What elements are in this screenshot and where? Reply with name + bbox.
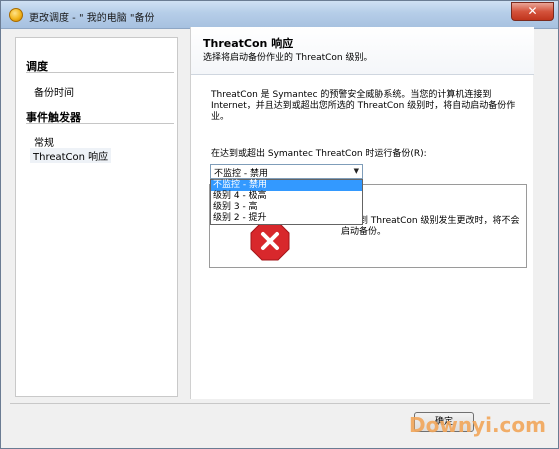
main-panel: ThreatCon 响应 选择将启动备份作业的 ThreatCon 级别。 Th… [190, 27, 534, 399]
close-icon: ✕ [527, 4, 538, 18]
backup-app-icon [9, 8, 23, 22]
window-title: 更改调度 - " 我的电脑 "备份 [29, 13, 155, 24]
sidebar-divider [26, 72, 174, 73]
option-level-2[interactable]: 级别 2 - 提升 [211, 213, 362, 224]
close-button[interactable]: ✕ [511, 2, 554, 21]
threatcon-level-label: 在达到或超出 Symantec ThreatCon 时运行备份(R): [211, 149, 427, 159]
option-level-4[interactable]: 级别 4 - 极高 [211, 191, 362, 202]
sidebar-item-general[interactable]: 常规 [34, 134, 54, 149]
threatcon-level-select[interactable]: 不监控 - 禁用 ▼ [210, 164, 363, 179]
info-message: 检测到 ThreatCon 级别发生更改时，将不会启动备份。 [341, 216, 520, 237]
chevron-down-icon[interactable]: ▼ [354, 167, 359, 175]
page-title: ThreatCon 响应 [203, 37, 294, 50]
stop-icon [250, 221, 290, 261]
threatcon-level-options: 不监控 - 禁用 级别 4 - 极高 级别 3 - 高 级别 2 - 提升 [210, 179, 363, 225]
sidebar-item-backup-time[interactable]: 备份时间 [34, 84, 74, 99]
page-subtitle: 选择将启动备份作业的 ThreatCon 级别。 [203, 53, 373, 63]
option-level-3[interactable]: 级别 3 - 高 [211, 202, 362, 213]
select-value: 不监控 - 禁用 [214, 169, 268, 179]
site-watermark: Downyi.com [409, 413, 546, 437]
sidebar: 调度 备份时间 事件触发器 常规 ThreatCon 响应 [15, 37, 178, 397]
option-not-monitored[interactable]: 不监控 - 禁用 [211, 180, 362, 191]
threatcon-description: ThreatCon 是 Symantec 的预警安全威胁系统。当您的计算机连接到… [211, 90, 516, 122]
sidebar-item-threatcon[interactable]: ThreatCon 响应 [30, 148, 112, 163]
panel-header: ThreatCon 响应 选择将启动备份作业的 ThreatCon 级别。 [191, 27, 534, 75]
title-bar[interactable]: 更改调度 - " 我的电脑 "备份 ✕ [1, 1, 558, 29]
sidebar-divider [26, 123, 174, 124]
dialog-window: 更改调度 - " 我的电脑 "备份 ✕ 调度 备份时间 事件触发器 常规 Thr… [0, 0, 559, 449]
